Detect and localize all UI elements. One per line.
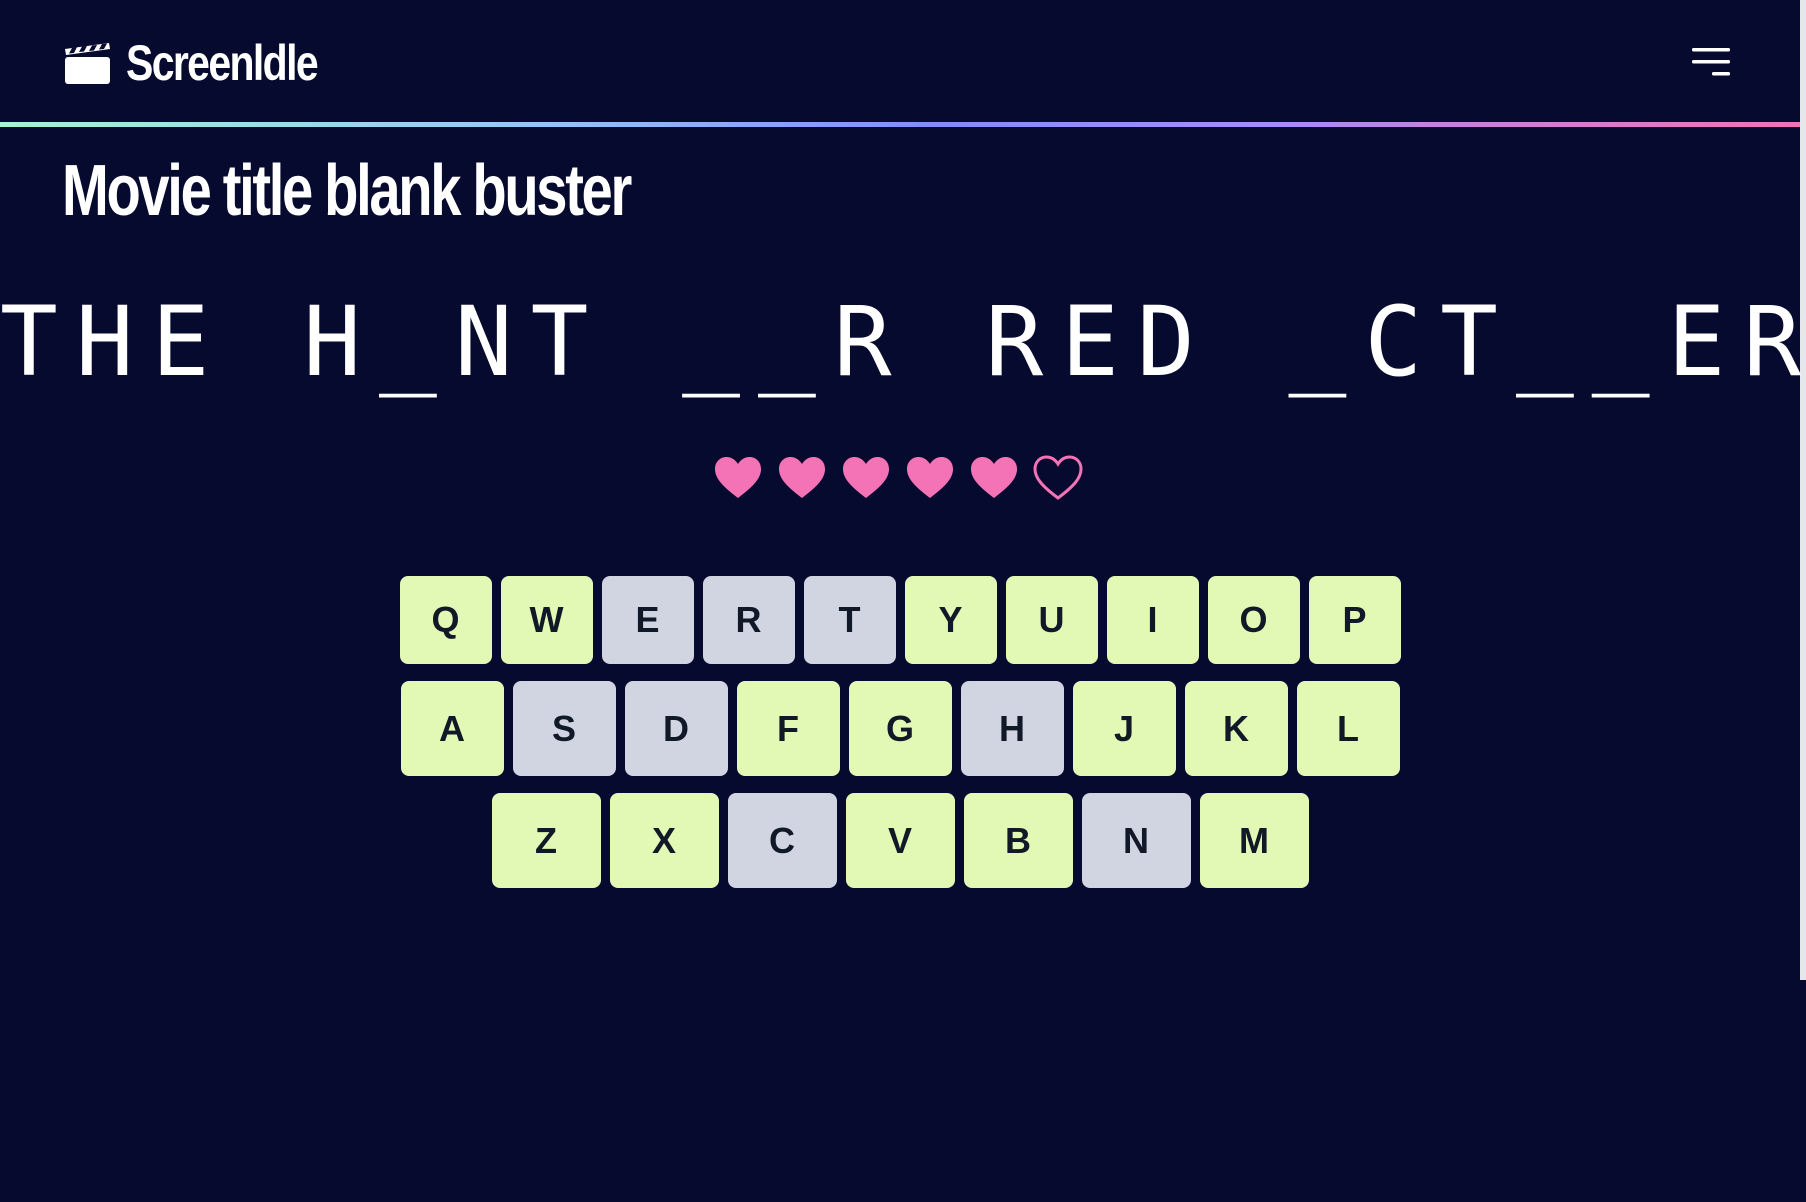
key-x[interactable]: X [609, 793, 719, 888]
key-h[interactable]: H [960, 681, 1064, 776]
header-divider [0, 122, 1800, 127]
page-title: Movie title blank buster [62, 151, 632, 231]
keyboard-row-3: ZXCVBNM [0, 793, 1800, 888]
key-q[interactable]: Q [399, 576, 492, 664]
key-n[interactable]: N [1081, 793, 1191, 888]
key-v[interactable]: V [845, 793, 955, 888]
key-o[interactable]: O [1207, 576, 1300, 664]
keyboard-row-2: ASDFGHJKL [0, 681, 1800, 776]
heart-filled-icon [907, 457, 953, 498]
key-w[interactable]: W [500, 576, 593, 664]
heart-filled-icon [779, 457, 825, 498]
key-p[interactable]: P [1308, 576, 1401, 664]
keyboard-row-1: QWERTYUIOP [0, 576, 1800, 664]
heart-filled-icon [843, 457, 889, 498]
key-g[interactable]: G [848, 681, 952, 776]
key-a[interactable]: A [400, 681, 504, 776]
hamburger-menu-icon [1692, 48, 1730, 76]
key-j[interactable]: J [1072, 681, 1176, 776]
key-s[interactable]: S [512, 681, 616, 776]
top-bar: Screenldle [0, 0, 1800, 122]
heart-empty-icon [1033, 455, 1083, 500]
heart-filled-icon [971, 457, 1017, 498]
key-i[interactable]: I [1106, 576, 1199, 664]
key-f[interactable]: F [736, 681, 840, 776]
key-u[interactable]: U [1005, 576, 1098, 664]
menu-button[interactable] [1686, 42, 1736, 88]
key-l[interactable]: L [1296, 681, 1400, 776]
key-b[interactable]: B [963, 793, 1073, 888]
key-m[interactable]: M [1199, 793, 1309, 888]
heart-filled-icon [715, 457, 761, 498]
key-k[interactable]: K [1184, 681, 1288, 776]
key-d[interactable]: D [624, 681, 728, 776]
key-y[interactable]: Y [904, 576, 997, 664]
key-t[interactable]: T [803, 576, 896, 664]
key-z[interactable]: Z [491, 793, 601, 888]
brand-logo[interactable]: Screenldle [62, 34, 359, 92]
lives-indicator [712, 452, 1084, 504]
clapperboard-icon [65, 43, 110, 84]
brand-name: Screenldle [126, 35, 319, 91]
scrollbar[interactable] [1800, 0, 1806, 980]
puzzle-phrase: THE H_NT __R RED _CT__ER [0, 286, 1806, 398]
letter-keyboard: QWERTYUIOP ASDFGHJKL ZXCVBNM [0, 576, 1800, 905]
key-r[interactable]: R [702, 576, 795, 664]
key-e[interactable]: E [601, 576, 694, 664]
key-c[interactable]: C [727, 793, 837, 888]
